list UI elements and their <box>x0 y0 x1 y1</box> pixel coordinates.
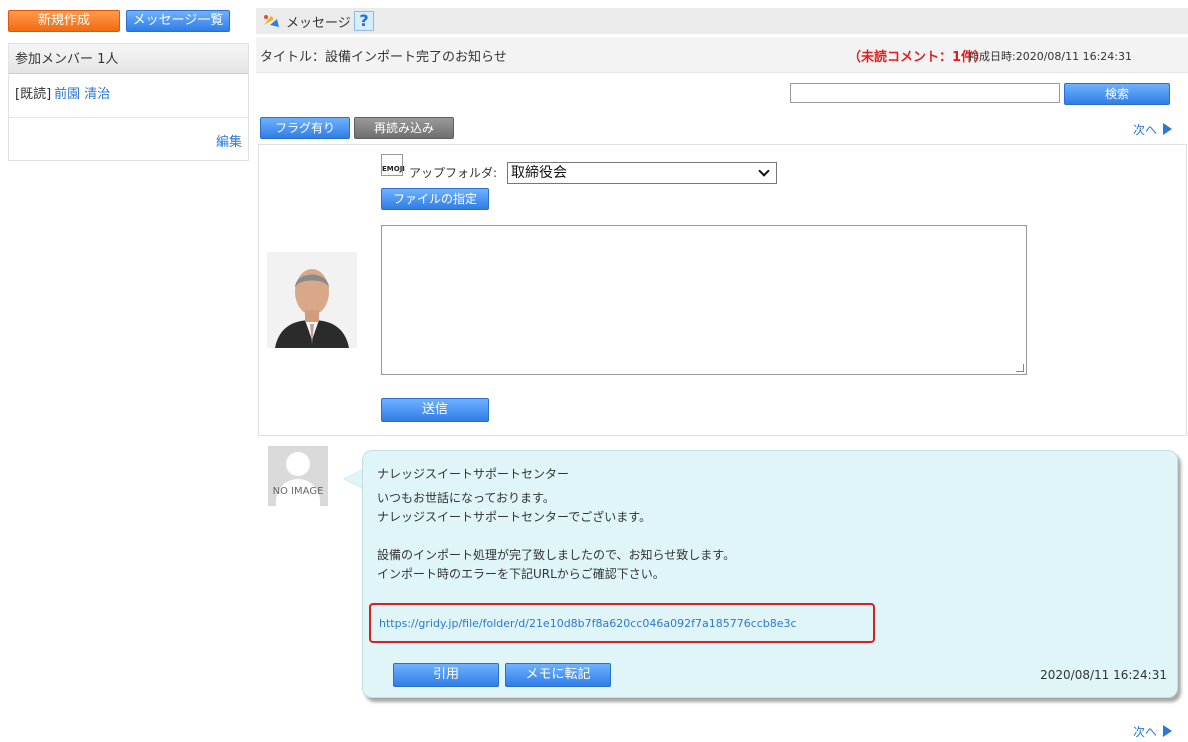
message-sender: ナレッジスイートサポートセンター <box>377 467 570 481</box>
folder-select-value: 取締役会 <box>511 165 567 181</box>
help-icon[interactable]: ? <box>354 11 374 31</box>
emoji-label: EMOJI <box>382 165 405 173</box>
error-report-link[interactable]: https://gridy.jp/file/folder/d/21e10d8b7… <box>379 617 797 630</box>
message-bubble: ナレッジスイートサポートセンター いつもお世話になっております。 ナレッジスイー… <box>362 450 1178 698</box>
search-input[interactable] <box>790 83 1060 103</box>
message-body: いつもお世話になっております。 ナレッジスイートサポートセンターでございます。 … <box>377 491 736 581</box>
reload-button[interactable]: 再読み込み <box>354 117 454 139</box>
top-buttons: 新規作成 メッセージ一覧 <box>8 10 230 34</box>
next-arrow-icon <box>1163 725 1172 737</box>
avatar-head-icon <box>286 452 310 476</box>
page-title: メッセージ <box>286 16 351 31</box>
member-name-link[interactable]: 前園 清治 <box>54 87 110 102</box>
message-list-button[interactable]: メッセージ一覧 <box>126 10 230 32</box>
read-status: [既読] <box>15 87 52 102</box>
file-select-button[interactable]: ファイルの指定 <box>381 188 489 210</box>
emoji-icon[interactable]: EMOJI <box>381 154 405 176</box>
url-highlight-box: https://gridy.jp/file/folder/d/21e10d8b7… <box>369 603 875 643</box>
user-photo-icon <box>267 252 357 348</box>
message-icon <box>264 15 279 27</box>
members-panel: 参加メンバー 1人 [既読] 前園 清治 編集 <box>8 43 249 161</box>
quote-button[interactable]: 引用 <box>393 663 499 687</box>
upload-folder-label: アップフォルダ: <box>409 166 498 180</box>
message-timestamp: 2020/08/11 16:24:31 <box>1040 668 1167 682</box>
next-link-bottom[interactable]: 次へ <box>1133 723 1172 740</box>
new-message-button[interactable]: 新規作成 <box>8 10 120 32</box>
message-subject: タイトル：設備インポート完了のお知らせ <box>260 50 507 65</box>
unread-comment-count: （未読コメント：1件） <box>848 50 988 65</box>
user-avatar <box>267 252 357 348</box>
next-label: 次へ <box>1132 123 1157 137</box>
search-button[interactable]: 検索 <box>1064 83 1170 105</box>
title-bar: メッセージ ? <box>256 8 1188 34</box>
next-link-top[interactable]: 次へ <box>1133 121 1172 138</box>
next-label: 次へ <box>1132 725 1157 739</box>
message-textarea[interactable] <box>381 225 1027 375</box>
copy-to-memo-button[interactable]: メモに転記 <box>505 663 611 687</box>
send-button[interactable]: 送信 <box>381 398 489 422</box>
flag-button[interactable]: フラグ有り <box>260 117 350 139</box>
chevron-down-icon <box>758 165 770 177</box>
left-pane: 新規作成 メッセージ一覧 参加メンバー 1人 [既読] 前園 清治 編集 <box>0 0 250 742</box>
main-pane: メッセージ ? タイトル：設備インポート完了のお知らせ （未読コメント：1件） … <box>256 0 1188 742</box>
resize-handle-icon[interactable] <box>1016 364 1024 372</box>
bubble-tail <box>344 469 364 489</box>
members-header: 参加メンバー 1人 <box>9 44 248 74</box>
member-row: [既読] 前園 清治 <box>9 74 248 118</box>
subject-bar: タイトル：設備インポート完了のお知らせ （未読コメント：1件） 作成日時:202… <box>256 37 1188 73</box>
sender-avatar: NO IMAGE <box>268 446 328 506</box>
created-datetime: 作成日時:2020/08/11 16:24:31 <box>968 50 1133 63</box>
no-image-label: NO IMAGE <box>272 486 324 497</box>
compose-panel: EMOJI アップフォルダ: 取締役会 ファイルの指定 送信 <box>258 144 1187 436</box>
next-arrow-icon <box>1163 123 1172 135</box>
upload-folder-select[interactable]: 取締役会 <box>507 162 777 184</box>
edit-members-link[interactable]: 編集 <box>216 131 242 150</box>
